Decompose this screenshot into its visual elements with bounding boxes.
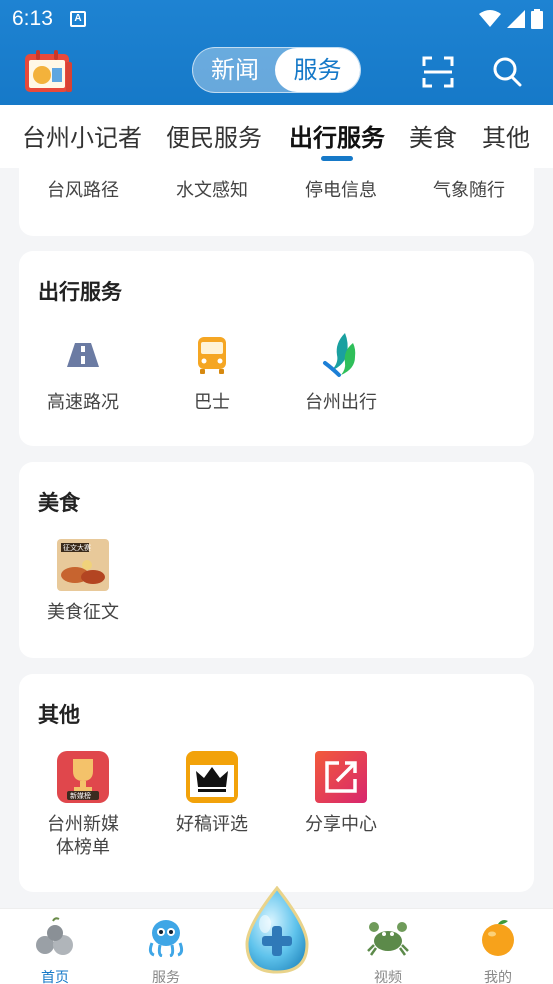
app-logo-icon[interactable] [22, 48, 74, 96]
add-drop-icon [245, 885, 309, 974]
center-add-button[interactable] [241, 885, 313, 976]
taizhou-travel-icon [323, 333, 356, 377]
segment-news[interactable]: 新闻 [193, 48, 277, 92]
status-time: 6:13 [12, 7, 53, 30]
crown-icon [186, 751, 238, 803]
service-icon [148, 920, 184, 958]
scan-icon[interactable] [422, 56, 454, 88]
home-icon [36, 917, 73, 955]
travel-service-card: 出行服务 高速路况 巴士 台州出行 [19, 251, 534, 446]
tab-bianmin[interactable]: 便民服务 [166, 118, 262, 153]
food-essay-icon: 征文大赛 [57, 539, 109, 591]
nav-label: 我的 [484, 970, 512, 984]
service-highway[interactable]: 高速路况 [19, 329, 147, 414]
share-icon [315, 751, 367, 803]
nav-mine[interactable]: 我的 [458, 917, 538, 984]
service-food-essay[interactable]: 征文大赛 美食征文 [19, 539, 147, 624]
service-label: 台州新媒 体榜单 [19, 813, 147, 859]
tab-qita[interactable]: 其他 [482, 118, 530, 153]
system-icons [479, 9, 543, 29]
signal-icon [507, 10, 525, 28]
service-label: 好稿评选 [176, 814, 248, 835]
app-header: 6:13 A 新闻 服务 [0, 0, 553, 105]
section-title: 美食 [38, 491, 80, 515]
category-tabs: 台州小记者 便民服务 出行服务 美食 其他 [0, 105, 553, 168]
highway-icon [67, 343, 99, 367]
video-crab-icon [367, 922, 409, 956]
news-service-toggle[interactable]: 新闻 服务 [192, 47, 361, 93]
service-good-article[interactable]: 好稿评选 [148, 751, 276, 836]
service-new-media-ranking[interactable]: 新媒榜 台州新媒 体榜单 [19, 751, 147, 859]
nav-service[interactable]: 服务 [126, 917, 206, 984]
food-card: 美食 征文大赛 美食征文 [19, 462, 534, 658]
tab-meishi[interactable]: 美食 [409, 118, 457, 153]
item-typhoon-path[interactable]: 台风路径 [47, 176, 119, 202]
segment-service[interactable]: 服务 [275, 48, 360, 92]
label-line-1: 台州新媒 [47, 814, 119, 835]
wifi-icon [479, 10, 501, 27]
bus-icon [198, 337, 226, 374]
item-power-outage[interactable]: 停电信息 [305, 176, 377, 202]
status-bar: 6:13 A [0, 0, 553, 38]
service-share-center[interactable]: 分享中心 [277, 751, 405, 836]
service-bus[interactable]: 巴士 [148, 329, 276, 414]
tab-chuxing[interactable]: 出行服务 [289, 118, 385, 153]
service-label: 巴士 [194, 392, 230, 413]
nav-video[interactable]: 视频 [348, 917, 428, 984]
label-line-2: 体榜单 [56, 837, 110, 858]
section-title: 其他 [38, 703, 80, 727]
tab-xiaojizhe[interactable]: 台州小记者 [22, 118, 142, 153]
item-weather[interactable]: 气象随行 [433, 176, 505, 202]
trophy-icon: 新媒榜 [57, 751, 109, 803]
svg-text:征文大赛: 征文大赛 [63, 543, 91, 552]
service-label: 分享中心 [305, 814, 377, 835]
svg-text:新媒榜: 新媒榜 [70, 791, 91, 800]
section-title: 出行服务 [38, 280, 122, 304]
nav-home[interactable]: 首页 [15, 917, 95, 984]
search-icon[interactable] [492, 56, 522, 88]
nav-label: 服务 [152, 970, 180, 984]
battery-icon [531, 9, 543, 29]
orange-profile-icon [482, 920, 514, 956]
item-hydrology[interactable]: 水文感知 [176, 176, 248, 202]
service-taizhou-travel[interactable]: 台州出行 [277, 329, 405, 414]
active-tab-indicator [321, 156, 353, 161]
nav-label: 视频 [374, 970, 402, 984]
nav-label: 首页 [41, 970, 69, 984]
service-label: 台州出行 [305, 392, 377, 413]
service-label: 美食征文 [47, 602, 119, 623]
notification-a-icon: A [70, 11, 86, 27]
service-label: 高速路况 [47, 392, 119, 413]
other-card: 其他 新媒榜 台州新媒 体榜单 好稿评选 分享中心 [19, 674, 534, 892]
